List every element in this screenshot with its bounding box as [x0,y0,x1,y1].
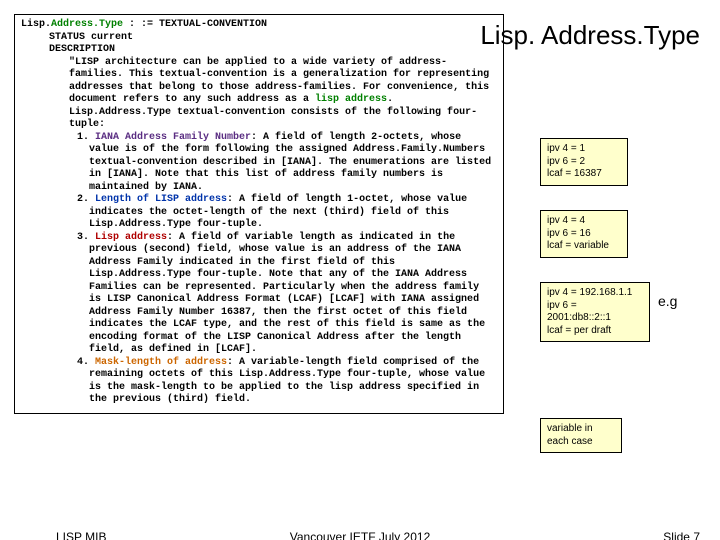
callout-4-l2: each case [547,436,615,449]
callout-1-l2: ipv 6 = 2 [547,156,621,169]
def-status: STATUS current [49,32,497,45]
def-item-2-hl: Length of LISP address [95,194,227,205]
callout-2-l2: ipv 6 = 16 [547,228,621,241]
def-l1a: Lisp. [21,19,51,30]
def-item-1-num: 1. [77,132,95,143]
def-item-4-num: 4. [77,357,95,368]
callout-1-l3: lcaf = 16387 [547,168,621,181]
callout-box-4: variable in each case [540,418,622,453]
callout-2-l1: ipv 4 = 4 [547,215,621,228]
def-item-4: 4. Mask-length of address: A variable-le… [77,357,497,407]
def-item-3-body: : A field of variable length as indicate… [89,232,485,356]
def-l1-highlight: Address.Type [51,19,123,30]
callout-4-l1: variable in [547,423,615,436]
callout-2-l3: lcaf = variable [547,240,621,253]
definition-box: Lisp.Address.Type : := TEXTUAL-CONVENTIO… [14,14,504,414]
def-item-3-num: 3. [77,232,95,243]
def-intro-a: "LISP architecture can be applied to a w… [69,57,489,106]
callout-box-3: ipv 4 = 192.168.1.1 ipv 6 = 2001:db8::2:… [540,282,650,342]
def-l1c: : := TEXTUAL-CONVENTION [123,19,267,30]
def-description-label: DESCRIPTION [49,44,497,57]
callout-1-l1: ipv 4 = 1 [547,143,621,156]
callout-3-l2: ipv 6 = 2001:db8::2::1 [547,300,643,325]
footer-right: Slide 7 [663,530,700,540]
def-line-1: Lisp.Address.Type : := TEXTUAL-CONVENTIO… [21,19,497,32]
page-title: Lisp. Address.Type [480,20,700,51]
def-item-4-hl: Mask-length of address [95,357,227,368]
eg-label: e.g [658,293,677,309]
def-item-1-hl: IANA Address Family Number [95,132,251,143]
footer-center: Vancouver IETF July 2012 [0,530,720,540]
def-item-2: 2. Length of LISP address: A field of le… [77,194,497,232]
def-item-3: 3. Lisp address: A field of variable len… [77,232,497,357]
def-intro: "LISP architecture can be applied to a w… [69,57,497,132]
def-item-3-hl: Lisp address [95,232,167,243]
callout-3-l3: lcaf = per draft [547,325,643,338]
callout-3-l1: ipv 4 = 192.168.1.1 [547,287,643,300]
def-item-2-num: 2. [77,194,95,205]
def-intro-hl: lisp address [315,94,387,105]
callout-box-1: ipv 4 = 1 ipv 6 = 2 lcaf = 16387 [540,138,628,186]
def-item-1: 1. IANA Address Family Number: A field o… [77,132,497,195]
callout-box-2: ipv 4 = 4 ipv 6 = 16 lcaf = variable [540,210,628,258]
